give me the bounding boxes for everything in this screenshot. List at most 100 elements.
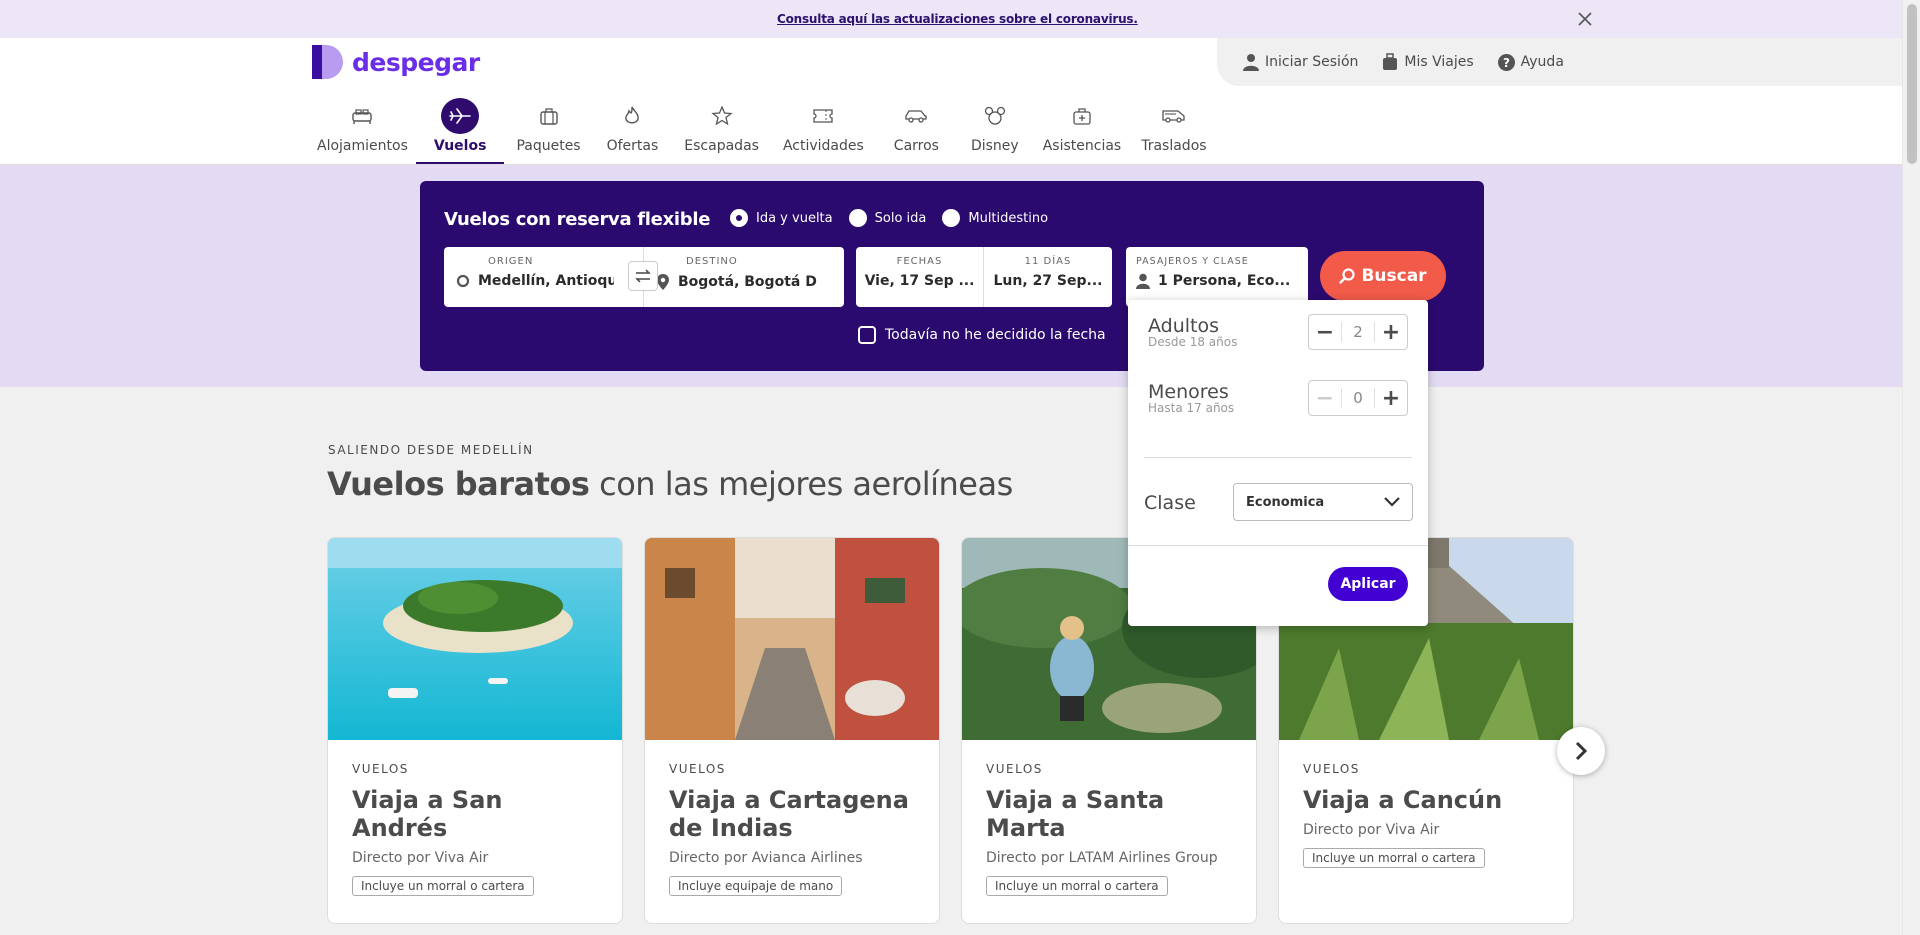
destination-card[interactable]: VUELOS Viaja a San Andrés Directo por Vi… — [327, 537, 623, 924]
undecided-label: Todavía no he decidido la fecha — [885, 327, 1106, 343]
ticket-icon — [804, 98, 842, 134]
card-kicker: VUELOS — [986, 762, 1043, 776]
radio-unchecked[interactable] — [942, 209, 961, 227]
scrollbar-thumb[interactable] — [1907, 4, 1917, 164]
help-link[interactable]: ? Ayuda — [1497, 53, 1564, 71]
origin-value: Medellín, Antioqui... — [478, 273, 614, 289]
card-title: Viaja a Cancún — [1303, 786, 1503, 814]
login-link[interactable]: Iniciar Sesión — [1243, 53, 1358, 71]
nav-disney[interactable]: Disney — [957, 98, 1033, 164]
carousel-next-button[interactable] — [1557, 727, 1605, 775]
passengers-field[interactable]: PASAJEROS Y CLASE 1 Persona, Eco... — [1126, 247, 1308, 307]
help-icon: ? — [1497, 53, 1515, 71]
swap-button[interactable] — [628, 261, 658, 291]
car-icon — [897, 98, 935, 134]
nav-carros[interactable]: Carros — [876, 98, 957, 164]
adults-sub: Desde 18 años — [1148, 335, 1238, 349]
trip-multicity-label: Multidestino — [968, 210, 1049, 226]
nav-asistencias[interactable]: Asistencias — [1033, 98, 1132, 164]
section-title-bold: Vuelos baratos — [327, 465, 590, 503]
origin-value-row: Medellín, Antioqui... — [456, 273, 631, 289]
nav-actividades[interactable]: Actividades — [771, 98, 876, 164]
card-badge: Incluye equipaje de mano — [669, 876, 843, 896]
undecided-date-option[interactable]: Todavía no he decidido la fecha — [858, 326, 1106, 344]
nav-paquetes[interactable]: Paquetes — [504, 98, 592, 164]
nav-label: Disney — [970, 138, 1019, 154]
card-airline: Directo por LATAM Airlines Group — [986, 850, 1218, 866]
apply-button[interactable]: Aplicar — [1328, 567, 1408, 601]
my-trips-link[interactable]: Mis Viajes — [1382, 53, 1474, 71]
nav-alojamientos[interactable]: Alojamientos — [309, 98, 416, 164]
section-title: Vuelos baratos con las mejores aerolínea… — [327, 465, 1013, 503]
destination-card[interactable]: VUELOS Viaja a Cartagena de Indias Direc… — [644, 537, 940, 924]
card-body: VUELOS Viaja a Cartagena de Indias Direc… — [645, 740, 939, 896]
origin-field[interactable]: ORIGEN Medellín, Antioqui... — [444, 247, 644, 307]
radio-checked[interactable] — [730, 209, 748, 227]
nav-label: Traslados — [1141, 138, 1207, 154]
user-icon — [1243, 54, 1259, 71]
minors-label: Menores — [1148, 381, 1229, 403]
days-label: 11 DÍAS — [1024, 256, 1072, 267]
svg-text:?: ? — [1503, 56, 1510, 70]
search-button[interactable]: Buscar — [1320, 251, 1446, 301]
adults-increment-button[interactable]: + — [1375, 315, 1407, 349]
adults-decrement-button[interactable]: − — [1309, 315, 1341, 349]
class-value: Economica — [1246, 494, 1325, 510]
search-title: Vuelos con reserva flexible — [444, 209, 711, 230]
nav-label: Ofertas — [606, 138, 659, 154]
departure-date-field[interactable]: FECHAS Vie, 17 Sep ... — [856, 247, 984, 307]
despegar-logo-icon — [312, 45, 343, 79]
nav-label: Paquetes — [516, 138, 581, 154]
trip-oneway-label: Solo ida — [874, 210, 927, 226]
adults-row: Adultos Desde 18 años − 2 + — [1148, 314, 1408, 350]
card-badge: Incluye un morral o cartera — [1303, 848, 1485, 868]
trip-oneway[interactable]: Solo ida — [848, 209, 927, 227]
date-fields: FECHAS Vie, 17 Sep ... 11 DÍAS Lun, 27 S… — [856, 247, 1112, 307]
plane-icon — [441, 98, 480, 134]
product-nav: Alojamientos Vuelos Paquetes Ofertas Esc… — [309, 98, 1217, 164]
nav-vuelos[interactable]: Vuelos — [415, 98, 505, 164]
dates-label: FECHAS — [896, 256, 943, 267]
star-icon — [703, 98, 741, 134]
user-icon — [1136, 273, 1150, 289]
destination-label: DESTINO — [686, 256, 738, 267]
page-scrollbar[interactable] — [1902, 0, 1920, 935]
adults-count: 2 — [1341, 322, 1375, 342]
despegar-logo[interactable]: despegar — [312, 45, 480, 79]
passengers-label: PASAJEROS Y CLASE — [1136, 256, 1249, 267]
card-title: Viaja a Cartagena de Indias — [669, 786, 909, 842]
return-date-value: Lun, 27 Sep... — [993, 273, 1103, 289]
site-header: despegar Iniciar Sesión Mis Viajes ? Ayu… — [0, 38, 1902, 165]
origin-label: ORIGEN — [488, 256, 534, 267]
search-button-label: Buscar — [1361, 266, 1427, 286]
covid-banner: Consulta aquí las actualizaciones sobre … — [0, 0, 1902, 38]
adults-label: Adultos — [1148, 315, 1220, 337]
adults-stepper: − 2 + — [1308, 314, 1408, 350]
minors-decrement-button[interactable]: − — [1309, 381, 1341, 415]
destination-field[interactable]: DESTINO Bogotá, Bogotá D.... — [644, 247, 844, 307]
covid-updates-link[interactable]: Consulta aquí las actualizaciones sobre … — [777, 12, 1138, 26]
undecided-checkbox[interactable] — [858, 326, 876, 344]
divider — [1128, 545, 1428, 546]
section-kicker: SALIENDO DESDE MEDELLÍN — [328, 443, 534, 457]
nav-ofertas[interactable]: Ofertas — [593, 98, 673, 164]
my-trips-label: Mis Viajes — [1404, 54, 1474, 70]
passengers-value: 1 Persona, Eco... — [1158, 273, 1291, 289]
card-title: Viaja a Santa Marta — [986, 786, 1165, 842]
nav-traslados[interactable]: Traslados — [1131, 98, 1216, 164]
nav-label: Vuelos — [433, 138, 487, 154]
card-airline: Directo por Avianca Airlines — [669, 850, 863, 866]
trip-multicity[interactable]: Multidestino — [942, 209, 1048, 227]
class-select[interactable]: Economica — [1233, 483, 1413, 521]
close-icon[interactable] — [1575, 9, 1595, 29]
minors-increment-button[interactable]: + — [1375, 381, 1407, 415]
minors-sub: Hasta 17 años — [1148, 401, 1235, 415]
trip-roundtrip[interactable]: Ida y vuelta — [730, 209, 833, 227]
mickey-icon — [976, 98, 1014, 134]
nav-escapadas[interactable]: Escapadas — [672, 98, 771, 164]
trip-type-selector: Ida y vuelta Solo ida Multidestino — [730, 209, 1048, 227]
search-icon — [1339, 268, 1356, 284]
return-date-field[interactable]: 11 DÍAS Lun, 27 Sep... — [984, 247, 1112, 307]
radio-unchecked[interactable] — [848, 209, 867, 227]
card-badge: Incluye un morral o cartera — [352, 876, 534, 896]
